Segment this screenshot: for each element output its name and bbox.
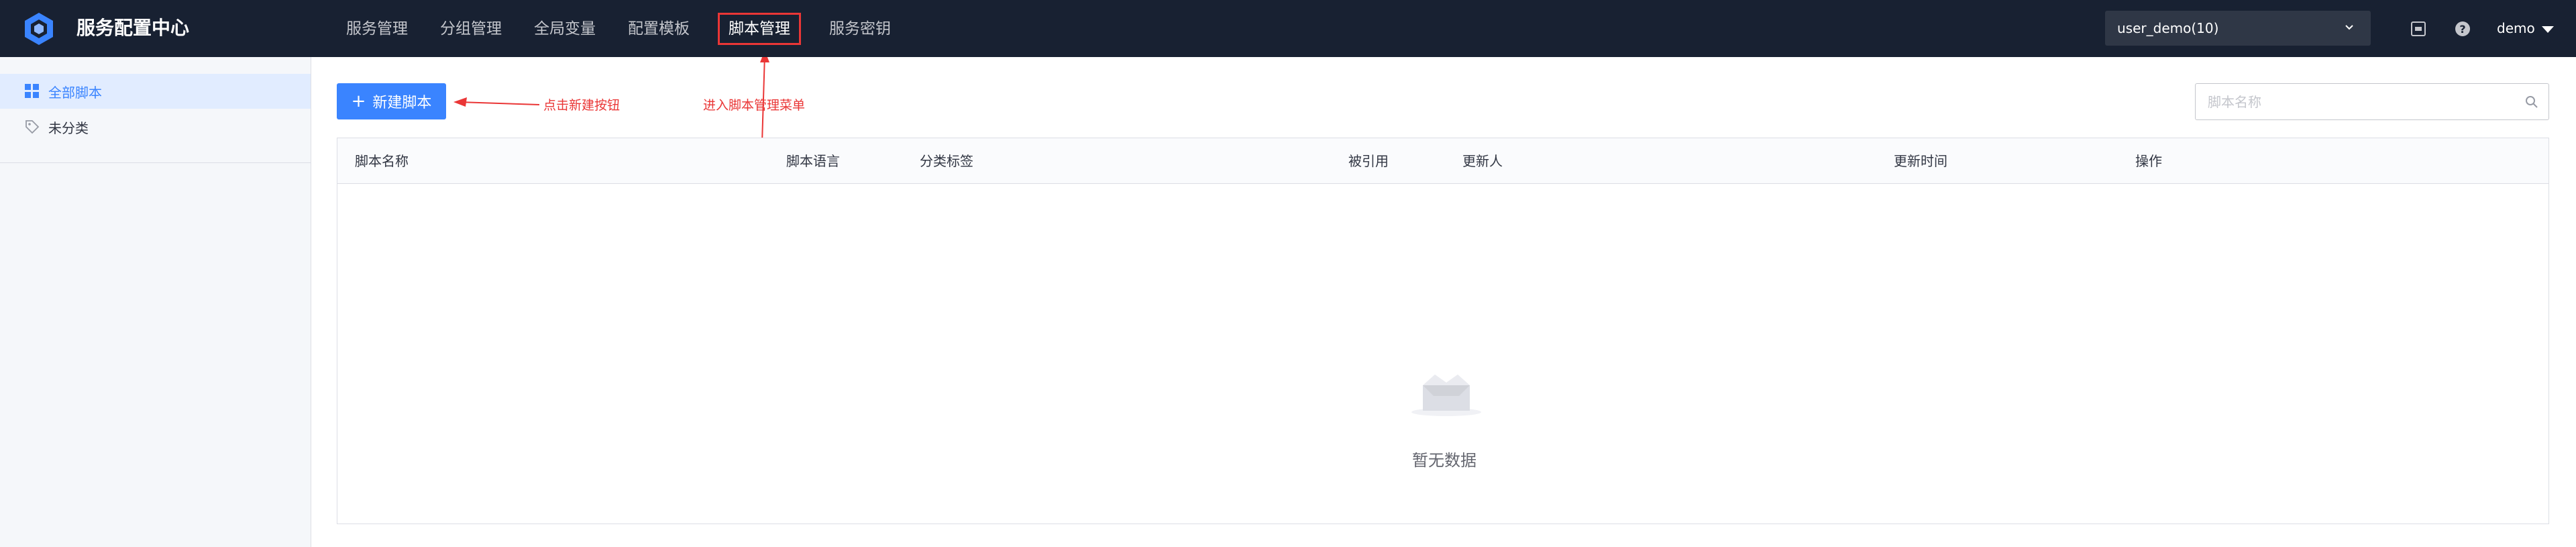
svg-text:?: ?	[2459, 23, 2465, 36]
annotation-new-button-hint: 点击新建按钮	[543, 98, 621, 113]
sidebar-item-label: 全部脚本	[48, 84, 102, 101]
column-header-updated-time: 更新时间	[1894, 153, 1947, 169]
column-header-category-tags: 分类标签	[920, 153, 973, 169]
business-selector[interactable]: user_demo(10)	[2105, 11, 2371, 46]
annotation-nav-hint: 进入脚本管理菜单	[703, 98, 806, 113]
script-name-search-input[interactable]	[2195, 83, 2549, 120]
nav-item-global-variables[interactable]: 全局变量	[530, 13, 600, 45]
user-menu[interactable]: demo	[2497, 15, 2554, 42]
hexagon-logo-icon	[25, 13, 53, 45]
search-icon[interactable]	[2525, 95, 2538, 109]
grid-icon	[25, 84, 39, 98]
main-nav: 服务管理 分组管理 全局变量 配置模板 脚本管理 服务密钥	[342, 0, 919, 57]
sidebar-item-all-scripts[interactable]: 全部脚本	[0, 74, 311, 109]
column-header-script-language: 脚本语言	[786, 153, 840, 169]
sidebar-divider	[0, 162, 311, 163]
empty-box-icon	[1411, 375, 1481, 416]
top-navigation-bar: 服务配置中心 服务管理 分组管理 全局变量 配置模板 脚本管理 服务密钥 use…	[0, 0, 2576, 57]
table-header: 脚本名称 脚本语言 分类标签 被引用 更新人 更新时间 操作	[337, 138, 2548, 184]
tag-icon	[25, 120, 40, 134]
nav-item-config-templates[interactable]: 配置模板	[624, 13, 694, 45]
empty-state-text: 暂无数据	[1412, 451, 1477, 470]
business-selector-value: user_demo(10)	[2117, 20, 2219, 36]
main-content: + 新建脚本 点击新建按钮 进入脚本管理菜单 脚本名称 脚本语言 分类标签 被引…	[311, 57, 2576, 547]
sidebar: 全部脚本 未分类	[0, 57, 311, 547]
user-name: demo	[2497, 20, 2535, 36]
app-title: 服务配置中心	[76, 17, 190, 39]
script-table: 脚本名称 脚本语言 分类标签 被引用 更新人 更新时间 操作 暂无数据	[337, 138, 2549, 524]
column-header-script-name: 脚本名称	[355, 153, 409, 169]
nav-item-service-keys[interactable]: 服务密钥	[825, 13, 895, 45]
plus-icon: +	[351, 91, 366, 111]
sidebar-item-label: 未分类	[48, 119, 89, 136]
column-header-updated-by: 更新人	[1462, 153, 1503, 169]
new-script-button-label: 新建脚本	[372, 95, 432, 111]
nav-item-group-management[interactable]: 分组管理	[436, 13, 506, 45]
sidebar-item-uncategorized[interactable]: 未分类	[0, 109, 311, 144]
chevron-down-icon	[2345, 25, 2353, 30]
document-icon[interactable]	[2410, 20, 2427, 38]
nav-item-script-management[interactable]: 脚本管理	[718, 12, 801, 45]
caret-down-icon	[2541, 26, 2554, 33]
column-header-actions: 操作	[2135, 153, 2162, 169]
help-icon[interactable]: ?	[2454, 20, 2471, 38]
nav-item-service-management[interactable]: 服务管理	[342, 13, 412, 45]
column-header-referenced: 被引用	[1348, 153, 1389, 169]
new-script-button[interactable]: + 新建脚本	[337, 83, 446, 119]
